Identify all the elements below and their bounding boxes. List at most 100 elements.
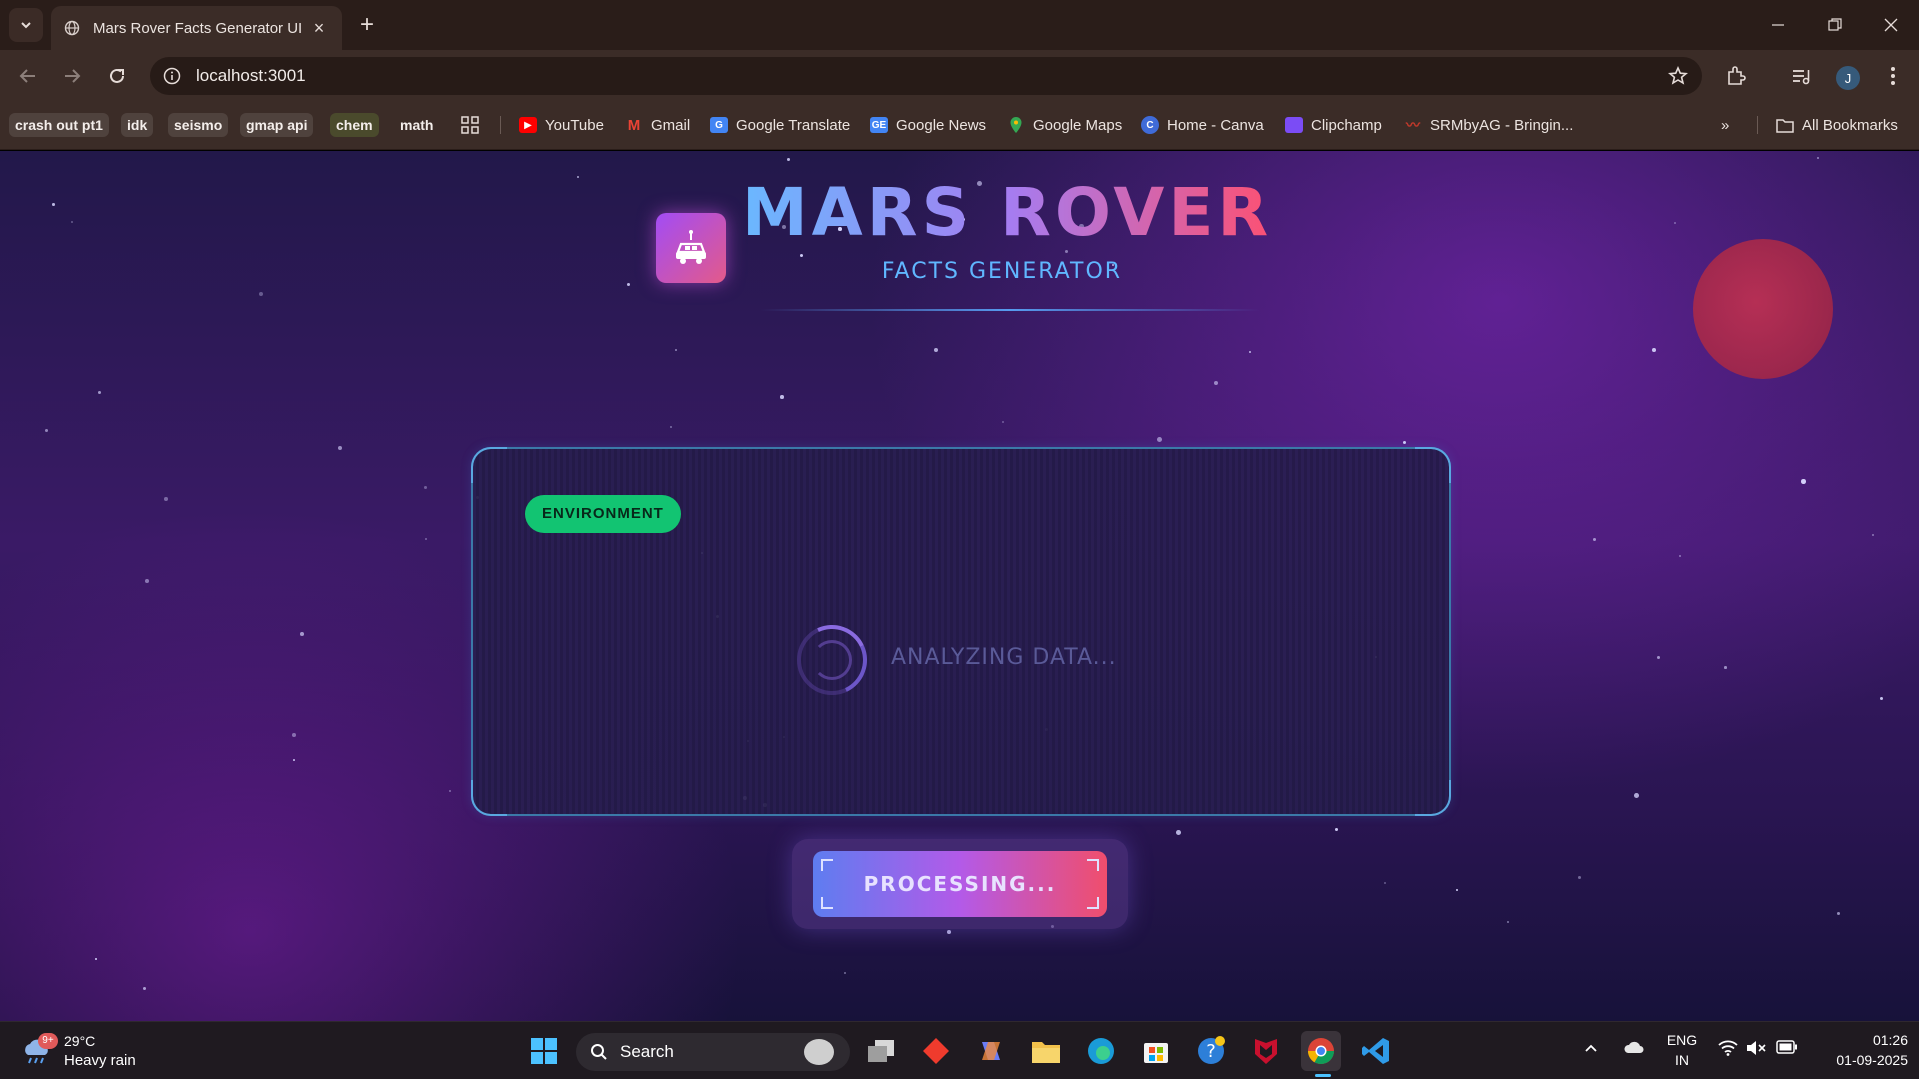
bookmark-folder-chem[interactable]: chem (330, 113, 379, 137)
chrome-button[interactable] (1301, 1031, 1341, 1077)
star (143, 987, 147, 991)
close-tab-icon[interactable]: × (308, 17, 330, 39)
minimize-icon (1772, 24, 1784, 26)
forward-button[interactable] (58, 62, 86, 90)
chrome-icon (1307, 1038, 1335, 1065)
restore-button[interactable] (1806, 0, 1864, 50)
card-corner-tl (471, 447, 507, 483)
bookmark-gmail[interactable]: M Gmail (625, 113, 690, 137)
star (1403, 441, 1407, 445)
bookmark-google-translate[interactable]: G Google Translate (710, 113, 850, 137)
star (844, 972, 846, 974)
profile-avatar[interactable]: J (1836, 66, 1860, 90)
vscode-icon (1362, 1038, 1389, 1064)
star (670, 426, 673, 429)
app-title: MARS ROVER (742, 176, 1282, 250)
star (300, 632, 304, 636)
star (675, 349, 677, 351)
star (934, 348, 939, 353)
bookmark-google-maps[interactable]: Google Maps (1007, 113, 1122, 137)
active-tab[interactable]: Mars Rover Facts Generator UI × (51, 6, 342, 50)
bookmark-youtube[interactable]: ▶ YouTube (519, 113, 604, 137)
windows-logo-icon (531, 1038, 557, 1064)
store-button[interactable] (1136, 1031, 1176, 1071)
new-tab-button[interactable]: + (352, 10, 382, 40)
bookmark-folder-gmap-api[interactable]: gmap api (240, 113, 314, 137)
address-bar[interactable]: localhost:3001 (150, 57, 1702, 95)
task-view-button[interactable] (861, 1031, 901, 1071)
mars-planet (1693, 239, 1833, 379)
help-button[interactable]: ? (1191, 1031, 1231, 1071)
star (1157, 437, 1162, 442)
bookmark-canva[interactable]: C Home - Canva (1141, 113, 1264, 137)
minimize-button[interactable] (1749, 0, 1807, 50)
card-corner-br (1415, 780, 1451, 816)
bookmark-srmbyag[interactable]: 〰 SRMbyAG - Bringin... (1404, 113, 1573, 137)
bookmarks-bar: crash out pt1 idk seismo gmap api chem m… (0, 100, 1919, 150)
start-button[interactable] (524, 1031, 564, 1071)
star (1335, 828, 1339, 832)
apps-grid-icon[interactable] (460, 113, 480, 137)
bookmark-star-icon[interactable] (1667, 66, 1689, 86)
star (1634, 793, 1639, 798)
media-controls-icon[interactable] (1787, 62, 1815, 90)
rover-icon (676, 230, 706, 264)
app-page: MARS ROVER FACTS GENERATOR ENVIRONMENT A… (0, 151, 1919, 1021)
volume-muted-icon[interactable] (1746, 1040, 1766, 1059)
bookmark-folder-crash-out[interactable]: crash out pt1 (9, 113, 109, 137)
globe-icon (63, 19, 81, 37)
star (425, 538, 427, 540)
generate-fact-button[interactable]: PROCESSING... (813, 851, 1107, 917)
bookmark-folder-seismo[interactable]: seismo (168, 113, 229, 137)
show-hidden-icons-chevron-icon[interactable] (1583, 1040, 1599, 1059)
reload-button[interactable] (103, 62, 131, 90)
bookmark-folder-idk[interactable]: idk (121, 113, 154, 137)
file-explorer-button[interactable] (1026, 1031, 1066, 1071)
vscode-button[interactable] (1356, 1031, 1396, 1071)
card-corner-tr (1415, 447, 1451, 483)
browser-toolbar: localhost:3001 (0, 50, 1919, 100)
chevron-double-right-icon[interactable]: » (1721, 113, 1729, 137)
folder-icon (1032, 1042, 1060, 1063)
star (1176, 830, 1181, 835)
menu-kebab-icon[interactable] (1879, 62, 1907, 90)
edge-icon (1088, 1038, 1114, 1064)
help-icon: ? (1198, 1036, 1225, 1064)
weather-widget[interactable]: 9+ 29°C Heavy rain (20, 1029, 150, 1073)
button-corner-tl (821, 859, 833, 871)
bookmarks-divider-2 (1757, 116, 1758, 134)
close-window-button[interactable] (1862, 0, 1919, 50)
app-red-diamond[interactable] (916, 1031, 956, 1071)
battery-icon[interactable] (1776, 1040, 1798, 1057)
edge-button[interactable] (1081, 1031, 1121, 1071)
wifi-icon[interactable] (1718, 1040, 1738, 1059)
star (1674, 222, 1676, 224)
bookmark-folder-math[interactable]: math (394, 113, 439, 137)
bookmark-google-news[interactable]: GE Google News (870, 113, 986, 137)
star (787, 158, 791, 162)
star (947, 930, 951, 934)
tab-search-button[interactable] (9, 8, 43, 42)
google-news-icon: GE (870, 117, 888, 133)
onedrive-icon[interactable] (1623, 1040, 1645, 1059)
language-indicator[interactable]: ENG IN (1664, 1030, 1700, 1070)
star (145, 579, 149, 583)
mcafee-shield-icon (1255, 1039, 1277, 1064)
button-corner-bl (821, 897, 833, 909)
bookmark-clipchamp[interactable]: Clipchamp (1285, 113, 1382, 137)
star (1507, 921, 1509, 923)
copilot-button[interactable] (971, 1031, 1011, 1071)
site-info-icon[interactable] (162, 66, 182, 86)
extensions-icon[interactable] (1722, 62, 1750, 90)
task-view-icon (868, 1040, 894, 1062)
back-button[interactable] (14, 62, 42, 90)
restore-icon (1828, 18, 1842, 31)
star (424, 486, 427, 489)
mcafee-button[interactable] (1246, 1031, 1286, 1071)
system-clock[interactable]: 01:26 01-09-2025 (1808, 1030, 1908, 1070)
category-badge: ENVIRONMENT (525, 495, 681, 533)
taskbar-search[interactable]: Search (576, 1033, 850, 1071)
all-bookmarks-button[interactable]: All Bookmarks (1776, 113, 1898, 137)
google-translate-icon: G (710, 117, 728, 133)
clock-date: 01-09-2025 (1836, 1052, 1908, 1068)
